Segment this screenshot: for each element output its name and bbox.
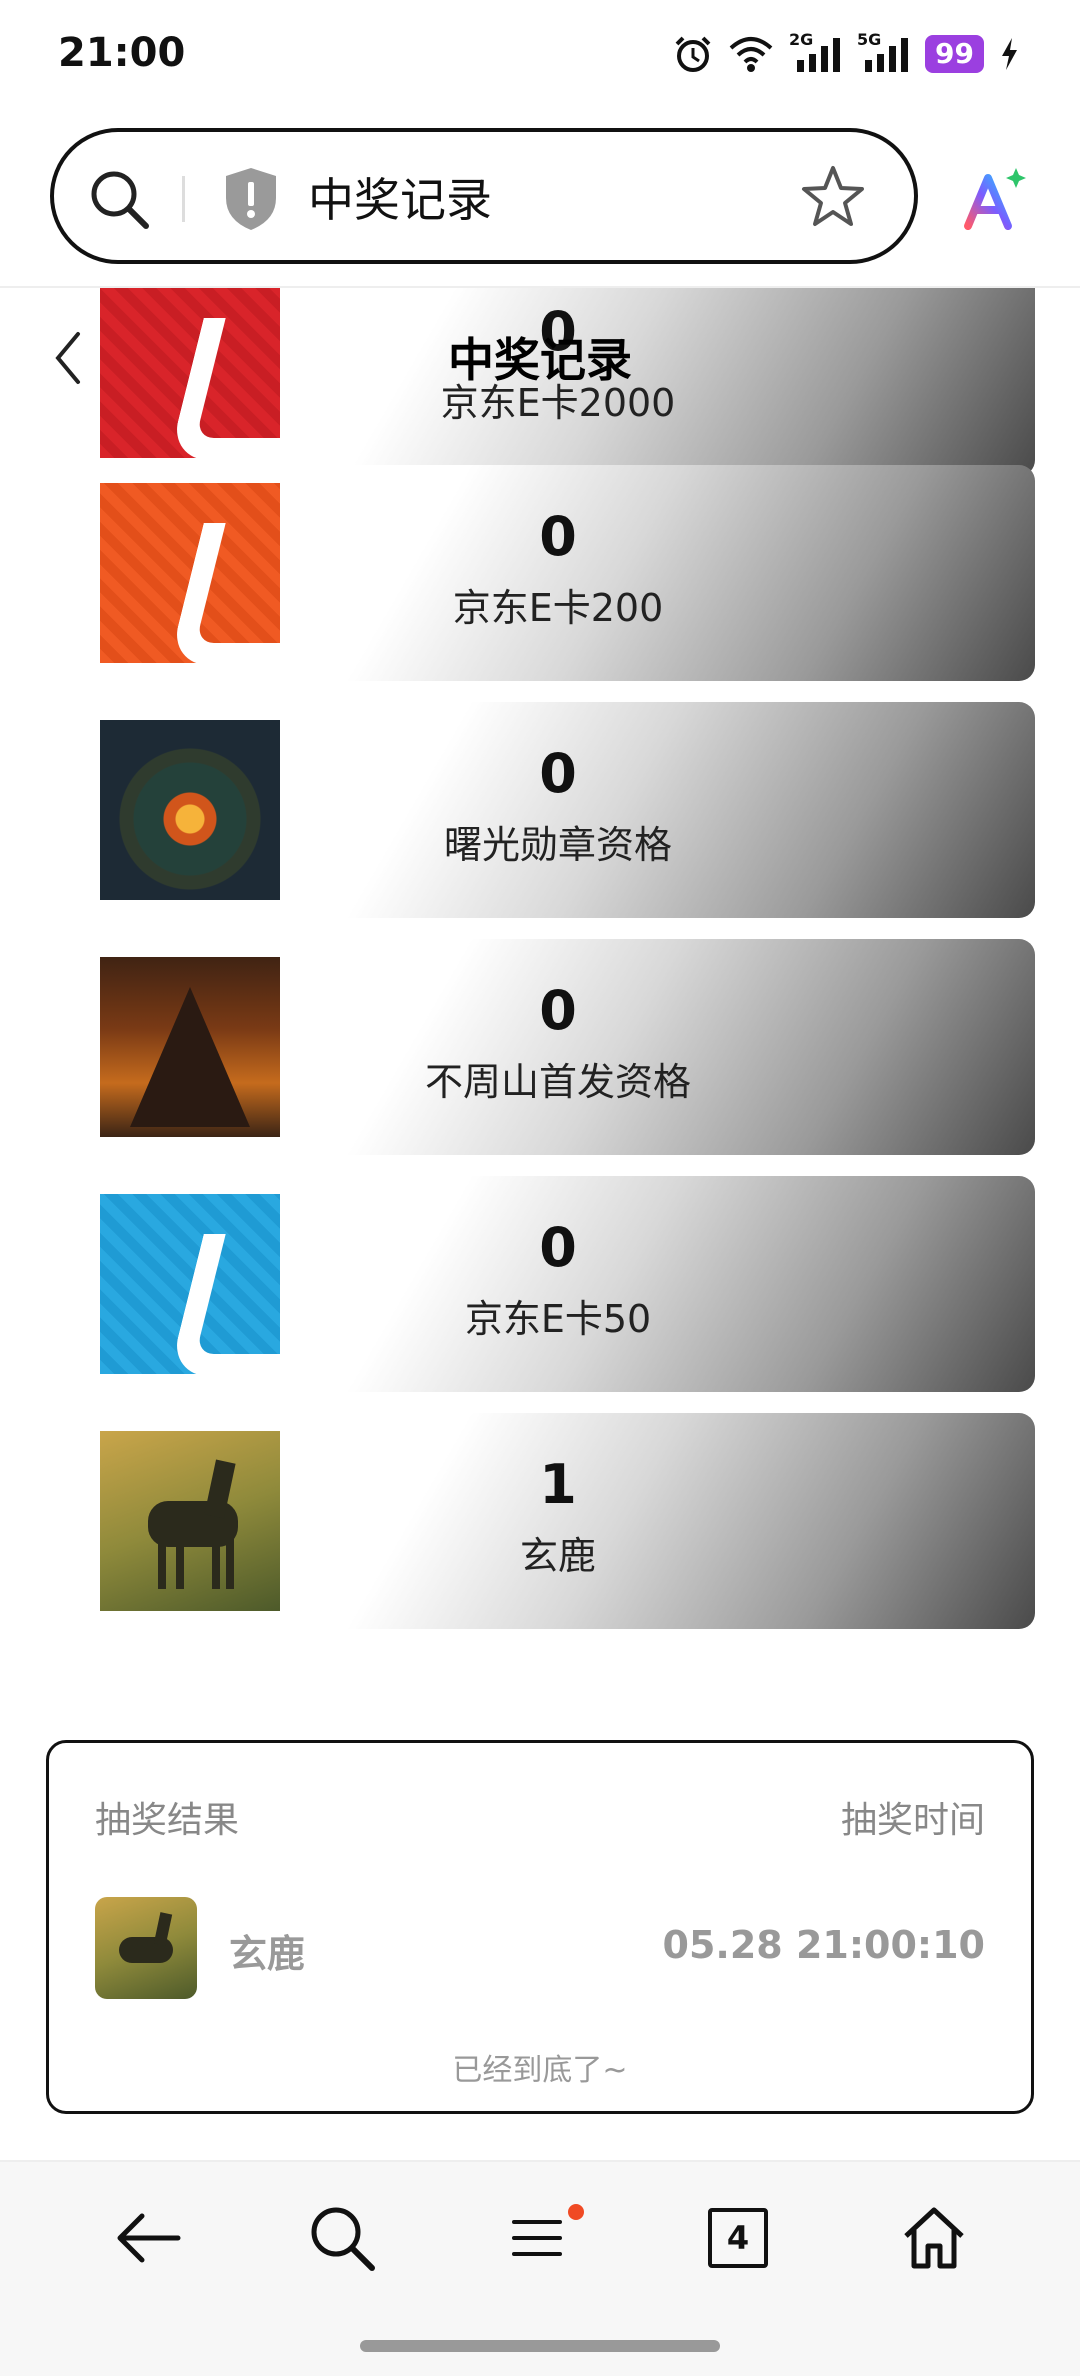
address-divider xyxy=(182,176,185,222)
prize-count: 1 xyxy=(539,1453,577,1516)
alarm-icon xyxy=(675,36,711,72)
prize-name: 曙光勋章资格 xyxy=(443,823,672,867)
prize-row: 0 曙光勋章资格 xyxy=(100,702,1035,918)
search-icon[interactable] xyxy=(306,2202,378,2274)
battery-indicator: 99 xyxy=(925,35,984,73)
end-of-list-text: 已经到底了~ xyxy=(452,2053,628,2088)
prize-name: 玄鹿 xyxy=(519,1534,596,1578)
signal-5g: 5G xyxy=(857,30,911,74)
ai-assistant-icon[interactable] xyxy=(958,164,1030,236)
search-icon[interactable] xyxy=(86,166,152,232)
prize-row: 1 玄鹿 xyxy=(100,1413,1035,1629)
address-text[interactable]: 中奖记录 xyxy=(308,164,492,230)
results-header-label: 抽奖结果 xyxy=(95,1800,240,1841)
lottery-results-panel: 抽奖结果 抽奖时间 玄鹿 05.28 21:00:10 已经到底了~ xyxy=(46,1740,1034,2114)
prize-count: 0 xyxy=(539,742,577,805)
tabs-button[interactable]: 4 xyxy=(708,2208,768,2268)
bottom-nav: 4 xyxy=(0,2160,1080,2376)
address-bar[interactable]: 中奖记录 xyxy=(50,128,918,264)
status-time: 21:00 xyxy=(58,30,186,76)
prize-name: 京东E卡200 xyxy=(452,586,664,630)
result-prize-name: 玄鹿 xyxy=(229,1932,306,1976)
menu-icon[interactable] xyxy=(502,2202,574,2274)
signal-icon xyxy=(865,38,909,72)
status-icons: 2G 5G 99 xyxy=(673,30,1020,74)
back-icon[interactable] xyxy=(112,2202,184,2274)
prize-name: 不周山首发资格 xyxy=(424,1060,691,1104)
signal-2g: 2G xyxy=(789,30,843,74)
results-time-header: 抽奖时间 xyxy=(840,1800,985,1841)
prize-row: 0 不周山首发资格 xyxy=(100,939,1035,1155)
star-icon[interactable] xyxy=(800,164,866,230)
prize-name: 京东E卡50 xyxy=(464,1297,652,1341)
shield-icon[interactable] xyxy=(222,166,280,232)
status-bar: 21:00 2G 5G 99 xyxy=(0,0,1080,118)
notification-dot xyxy=(568,2204,584,2220)
prize-count: 0 xyxy=(539,1216,577,1279)
page: 21:00 2G 5G 99 中奖记录 中奖记录 0 京东E卡2000 0 京东… xyxy=(0,0,1080,2376)
wifi-icon xyxy=(729,37,773,72)
home-indicator[interactable] xyxy=(360,2340,720,2352)
prize-count: 0 xyxy=(539,979,577,1042)
result-time: 05.28 21:00:10 xyxy=(662,1923,985,1967)
charging-icon xyxy=(1002,38,1017,70)
prize-count: 0 xyxy=(539,505,577,568)
menu-button[interactable] xyxy=(502,2202,584,2274)
signal-icon xyxy=(797,38,841,72)
home-icon[interactable] xyxy=(898,2202,970,2274)
prize-row: 0 京东E卡200 xyxy=(100,465,1035,681)
page-title: 中奖记录 xyxy=(448,333,632,387)
prize-row: 0 京东E卡50 xyxy=(100,1176,1035,1392)
result-thumbnail xyxy=(95,1897,197,1999)
